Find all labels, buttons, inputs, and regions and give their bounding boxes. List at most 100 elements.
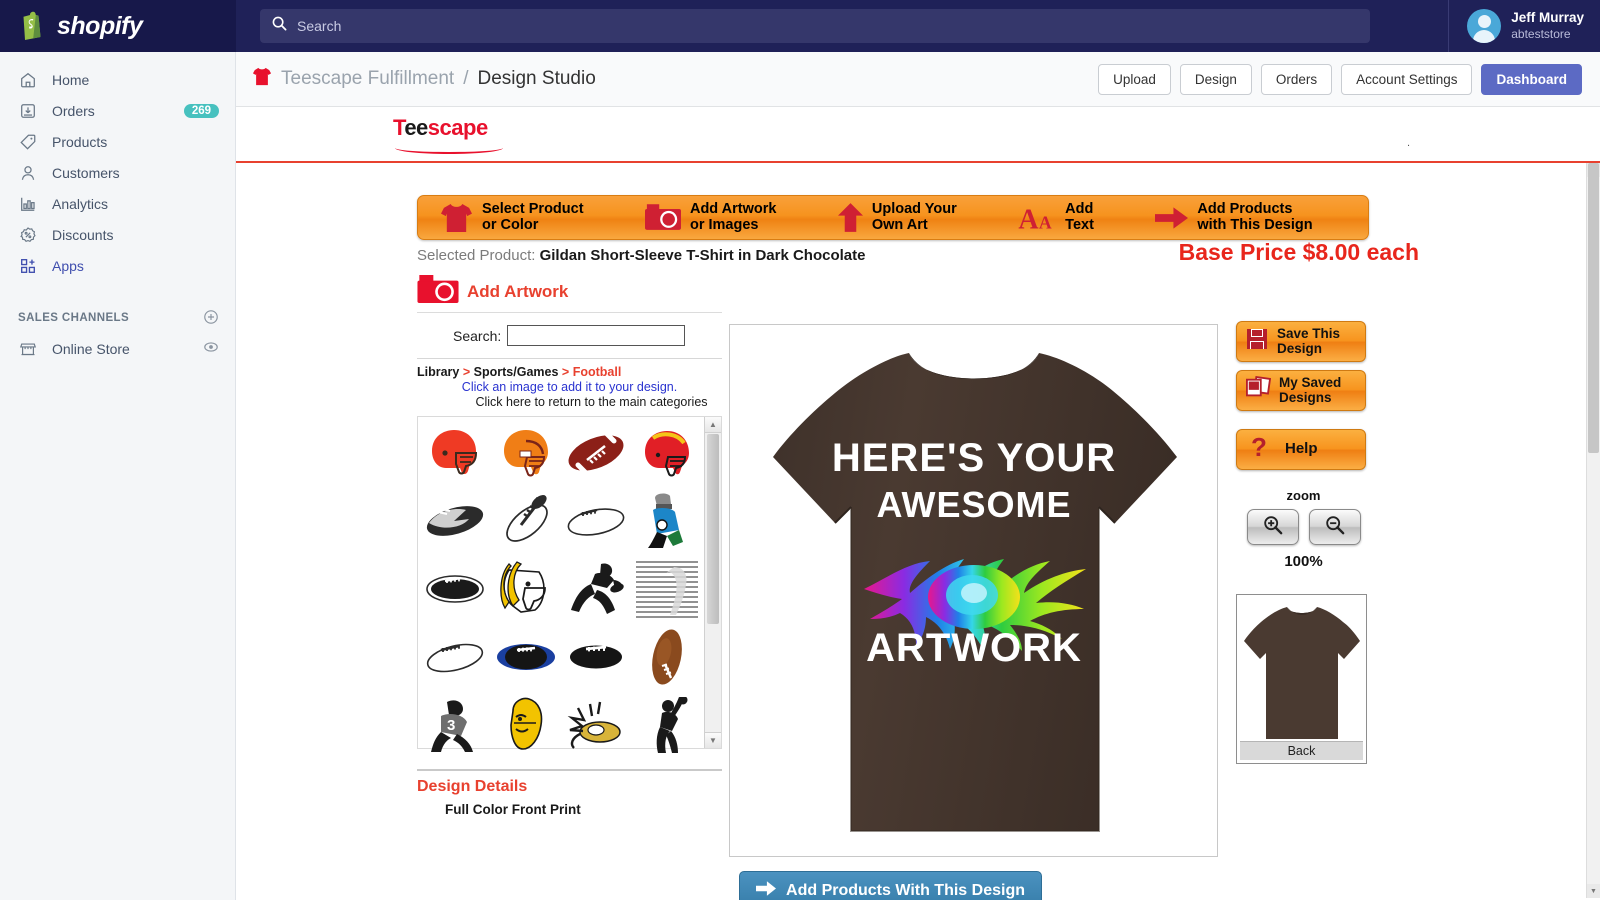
- add-products-cta-label: Add Products With This Design: [786, 882, 1025, 899]
- sidebar-item-apps[interactable]: Apps: [0, 250, 235, 281]
- football-outline-sketch-icon[interactable]: [491, 487, 562, 555]
- gallery-scrollbar[interactable]: ▲ ▼: [704, 417, 721, 748]
- shirt-text-line3: ARTWORK: [866, 626, 1082, 670]
- page-scrollbar[interactable]: ▲ ▼: [1586, 163, 1600, 898]
- save-design-line1: Save This: [1277, 326, 1341, 342]
- hint-return-categories[interactable]: Click here to return to the main categor…: [417, 395, 722, 409]
- sidebar-item-label: Analytics: [52, 195, 109, 212]
- save-design-button[interactable]: Save This Design: [1236, 321, 1366, 362]
- sidebar-item-customers[interactable]: Customers: [0, 157, 235, 188]
- zoom-in-button[interactable]: [1246, 509, 1299, 545]
- step-upload-own-art[interactable]: Upload Your Own Art: [832, 201, 1012, 233]
- avatar: [1467, 9, 1502, 43]
- help-button[interactable]: ? Help: [1236, 429, 1366, 470]
- helmet-yellow-face-icon[interactable]: [491, 691, 562, 759]
- sidebar-item-online-store[interactable]: Online Store: [0, 333, 235, 364]
- scroll-up-arrow-icon[interactable]: ▲: [705, 417, 721, 433]
- scrollbar-thumb[interactable]: [707, 434, 719, 624]
- sidebar-item-analytics[interactable]: Analytics: [0, 188, 235, 219]
- logo-text-2: ee: [404, 115, 428, 140]
- preview-store-eye-icon[interactable]: [203, 339, 219, 358]
- breadcrumb: Teescape Fulfillment / Design Studio: [252, 67, 596, 92]
- save-design-line2: Design: [1277, 340, 1323, 356]
- up-arrow-icon: [837, 203, 863, 232]
- global-search-input[interactable]: Search: [260, 9, 1370, 43]
- home-icon: [18, 70, 38, 90]
- sidebar-item-home[interactable]: Home: [0, 64, 235, 95]
- breadcrumb-app[interactable]: Teescape Fulfillment: [281, 68, 454, 90]
- burst-graphic-icon[interactable]: [561, 691, 632, 759]
- helmet-orange-icon[interactable]: [491, 419, 562, 487]
- teescape-logo[interactable]: Teescape: [393, 115, 503, 155]
- helmet-red-icon[interactable]: [420, 419, 491, 487]
- step-add-products[interactable]: Add Products with This Design: [1149, 201, 1368, 233]
- helmet-yellow-mascot-icon[interactable]: [491, 555, 562, 623]
- football-tan-icon[interactable]: [632, 623, 703, 691]
- step-line2: or Images: [689, 216, 759, 233]
- selected-product-label: Selected Product:: [417, 247, 536, 264]
- football-white-outline-icon[interactable]: [420, 623, 491, 691]
- back-view-caption: Back: [1240, 741, 1363, 760]
- scroll-down-arrow-icon[interactable]: ▼: [705, 732, 721, 748]
- breadcrumb-category[interactable]: Sports/Games: [474, 365, 559, 379]
- text-aa-icon: AA: [1018, 204, 1056, 232]
- page-scrollbar-thumb[interactable]: [1588, 163, 1599, 453]
- add-products-cta-button[interactable]: Add Products With This Design: [739, 871, 1042, 900]
- player-number3-icon[interactable]: 3: [420, 691, 491, 759]
- design-button[interactable]: Design: [1179, 63, 1252, 95]
- sidebar-item-label: Online Store: [52, 340, 130, 357]
- football-outline-icon[interactable]: [561, 487, 632, 555]
- step-add-text[interactable]: AA Add Text: [1012, 201, 1149, 233]
- sidebar-item-discounts[interactable]: Discounts: [0, 219, 235, 250]
- user-identity: Jeff Murray abteststore: [1511, 10, 1584, 42]
- step-select-product[interactable]: Select Product or Color: [418, 201, 639, 233]
- account-settings-button[interactable]: Account Settings: [1341, 63, 1473, 95]
- sidebar-item-products[interactable]: Products: [0, 126, 235, 157]
- zoom-out-button[interactable]: [1308, 509, 1361, 545]
- breadcrumb-page: Design Studio: [477, 68, 596, 89]
- step-label: Upload Your Own Art: [872, 201, 957, 233]
- football-blue-stripe-icon[interactable]: [491, 623, 562, 691]
- step-line2: Text: [1065, 216, 1094, 233]
- player-throwing-icon[interactable]: [632, 691, 703, 759]
- shirt-preview[interactable]: HERE'S YOUR AWESOME ARTWORK: [729, 324, 1218, 857]
- shopify-brand[interactable]: shopify: [0, 0, 236, 52]
- page-scroll-down-icon[interactable]: ▼: [1587, 884, 1600, 898]
- hint-click-image: Click an image to add it to your design.: [461, 380, 678, 394]
- svg-text:A: A: [1039, 212, 1052, 232]
- logo-swoosh: [395, 142, 503, 154]
- user-menu[interactable]: Jeff Murray abteststore: [1448, 0, 1600, 52]
- football-black-white-icon[interactable]: [561, 623, 632, 691]
- player-running-black-icon[interactable]: [561, 555, 632, 623]
- magnifier-minus-icon: [1325, 515, 1345, 540]
- player-blue-icon[interactable]: [632, 487, 703, 555]
- dashboard-button[interactable]: Dashboard: [1481, 63, 1582, 95]
- discounts-percent-icon: [18, 225, 38, 245]
- teescape-tshirt-icon: [252, 67, 272, 92]
- search-icon: [272, 16, 287, 36]
- orders-button[interactable]: Orders: [1260, 63, 1333, 95]
- helmet-red-yellow-icon[interactable]: [632, 419, 703, 487]
- sidebar-item-orders[interactable]: Orders 269: [0, 95, 235, 126]
- breadcrumb-arrow: >: [561, 365, 570, 379]
- upload-button[interactable]: Upload: [1098, 63, 1171, 95]
- design-details-line: Full Color Front Print: [445, 802, 581, 817]
- football-eagle-icon[interactable]: [420, 487, 491, 555]
- back-view-card[interactable]: Back: [1236, 594, 1367, 764]
- step-label: Add Artwork or Images: [689, 201, 776, 233]
- football-black-icon[interactable]: [420, 555, 491, 623]
- panel-divider: [417, 358, 722, 359]
- sidebar: Home Orders 269 Products Customers Analy…: [0, 52, 236, 900]
- my-saved-designs-button[interactable]: My Saved Designs: [1236, 370, 1366, 411]
- add-sales-channel-icon[interactable]: [203, 309, 219, 328]
- orders-count-badge: 269: [183, 103, 219, 118]
- global-search-wrap: Search: [236, 9, 1448, 43]
- breadcrumb-library[interactable]: Library: [417, 365, 459, 379]
- logo-text-3: scape: [427, 115, 488, 140]
- step-add-artwork[interactable]: Add Artwork or Images: [639, 201, 832, 233]
- stripes-graphic-icon[interactable]: [632, 555, 703, 623]
- football-brown-icon[interactable]: [561, 419, 632, 487]
- artwork-search-input[interactable]: [507, 325, 686, 346]
- user-store: abteststore: [1511, 26, 1571, 41]
- studio-canvas: Select Product or Color Add Artwork or I…: [236, 163, 1600, 900]
